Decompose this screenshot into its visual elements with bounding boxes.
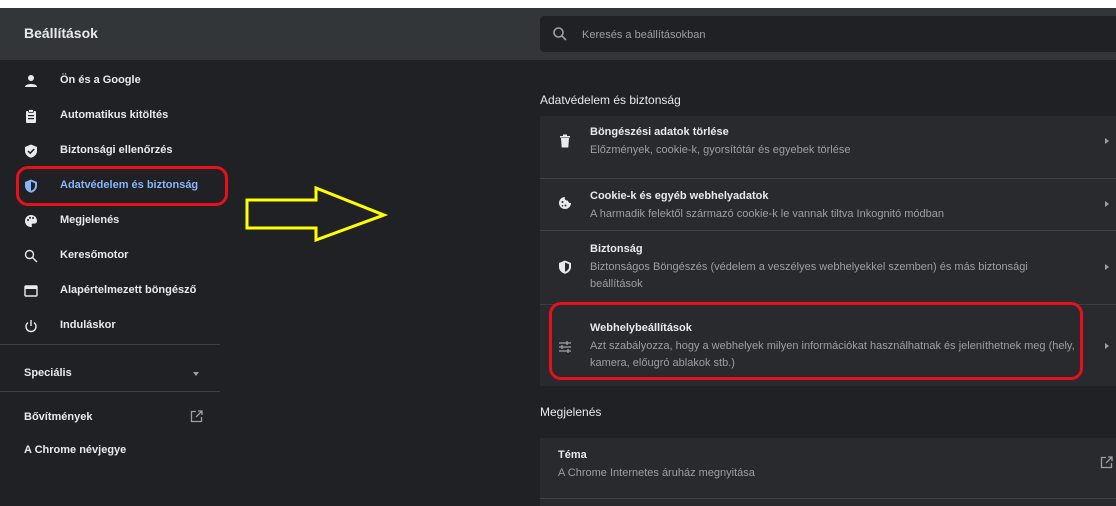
chevron-right-icon bbox=[1105, 264, 1109, 270]
row-description: Előzmények, cookie-k, gyorsítótár és egy… bbox=[590, 144, 851, 156]
sidebar-item-label: Automatikus kitöltés bbox=[60, 109, 169, 121]
person-icon bbox=[25, 75, 37, 87]
red-highlight-sidebar bbox=[16, 166, 228, 206]
top-bar: Beállítások bbox=[0, 8, 1116, 60]
sidebar-advanced-label: Speciális bbox=[24, 367, 72, 379]
sidebar-divider bbox=[0, 344, 220, 345]
sidebar-item-label: Keresőmotor bbox=[60, 249, 129, 261]
sidebar-advanced-toggle[interactable]: Speciális bbox=[0, 357, 220, 391]
search-icon bbox=[24, 249, 38, 263]
chevron-right-icon bbox=[1105, 201, 1109, 207]
external-link-icon bbox=[190, 410, 203, 423]
privacy-section-title: Adatvédelem és biztonság bbox=[540, 93, 681, 107]
sidebar-item-on-startup[interactable]: Induláskor bbox=[0, 309, 220, 343]
page-title: Beállítások bbox=[24, 25, 98, 41]
search-box[interactable] bbox=[540, 16, 1116, 52]
palette-icon bbox=[25, 215, 37, 227]
sidebar-item-label: Biztonsági ellenőrzés bbox=[60, 144, 173, 156]
chevron-down-icon bbox=[193, 372, 199, 376]
sidebar-about-label: A Chrome névjegye bbox=[24, 444, 127, 456]
sidebar-item-safety-check[interactable]: Biztonsági ellenőrzés bbox=[0, 134, 220, 168]
sidebar-item-autofill[interactable]: Automatikus kitöltés bbox=[0, 99, 220, 133]
browser-icon bbox=[24, 285, 38, 297]
sidebar-item-label: Alapértelmezett böngésző bbox=[60, 284, 197, 296]
sidebar-item-appearance[interactable]: Megjelenés bbox=[0, 204, 220, 238]
sidebar-divider bbox=[0, 391, 220, 392]
sidebar-item-label: Megjelenés bbox=[60, 214, 120, 226]
yellow-arrow-annotation bbox=[245, 186, 389, 243]
cookie-icon bbox=[559, 197, 571, 209]
sidebar-item-default-browser[interactable]: Alapértelmezett böngésző bbox=[0, 274, 220, 308]
row-clear-browsing-data[interactable]: Böngészési adatok törlése Előzmények, co… bbox=[540, 116, 1116, 166]
chevron-right-icon bbox=[1105, 343, 1109, 349]
row-title: Cookie-k és egyéb webhelyadatok bbox=[590, 190, 769, 202]
row-cookies[interactable]: Cookie-k és egyéb webhelyadatok A harmad… bbox=[540, 178, 1116, 230]
shield-check-icon bbox=[25, 144, 37, 158]
search-input[interactable] bbox=[580, 22, 1084, 48]
row-description: A Chrome Internetes áruház megnyitása bbox=[558, 467, 755, 479]
row-title: Böngészési adatok törlése bbox=[590, 126, 729, 138]
row-description: Biztonságos Böngészés (védelem a veszély… bbox=[590, 261, 1028, 290]
row-security[interactable]: Biztonság Biztonságos Böngészés (védelem… bbox=[540, 230, 1116, 304]
sidebar-extensions-link[interactable]: Bővítmények bbox=[0, 401, 220, 435]
red-highlight-site-settings bbox=[549, 302, 1083, 380]
sidebar-item-label: Ön és a Google bbox=[60, 74, 141, 86]
sidebar: Ön és a Google Automatikus kitöltés Bizt… bbox=[0, 60, 220, 506]
clipboard-icon bbox=[26, 109, 36, 123]
chevron-right-icon bbox=[1105, 138, 1109, 144]
row-description: A harmadik felektől származó cookie-k le… bbox=[590, 208, 945, 220]
sidebar-item-search-engine[interactable]: Keresőmotor bbox=[0, 239, 220, 273]
row-title: Téma bbox=[558, 449, 587, 461]
row-divider bbox=[540, 498, 1116, 499]
appearance-section-title: Megjelenés bbox=[540, 405, 602, 419]
search-icon bbox=[553, 27, 567, 41]
row-title: Biztonság bbox=[590, 243, 643, 255]
sidebar-extensions-label: Bővítmények bbox=[24, 411, 93, 423]
row-theme[interactable]: Téma A Chrome Internetes áruház megnyitá… bbox=[540, 438, 1116, 488]
settings-window: Beállítások Ön és a Google Autom bbox=[0, 8, 1116, 506]
power-icon bbox=[25, 320, 37, 333]
trash-icon bbox=[560, 134, 570, 148]
appearance-card: Téma A Chrome Internetes áruház megnyitá… bbox=[540, 438, 1116, 506]
sidebar-about-chrome[interactable]: A Chrome névjegye bbox=[0, 434, 220, 468]
shield-icon bbox=[559, 260, 571, 274]
sidebar-item-you-and-google[interactable]: Ön és a Google bbox=[0, 64, 220, 98]
sidebar-item-label: Induláskor bbox=[60, 319, 116, 331]
external-link-icon bbox=[1100, 456, 1113, 469]
